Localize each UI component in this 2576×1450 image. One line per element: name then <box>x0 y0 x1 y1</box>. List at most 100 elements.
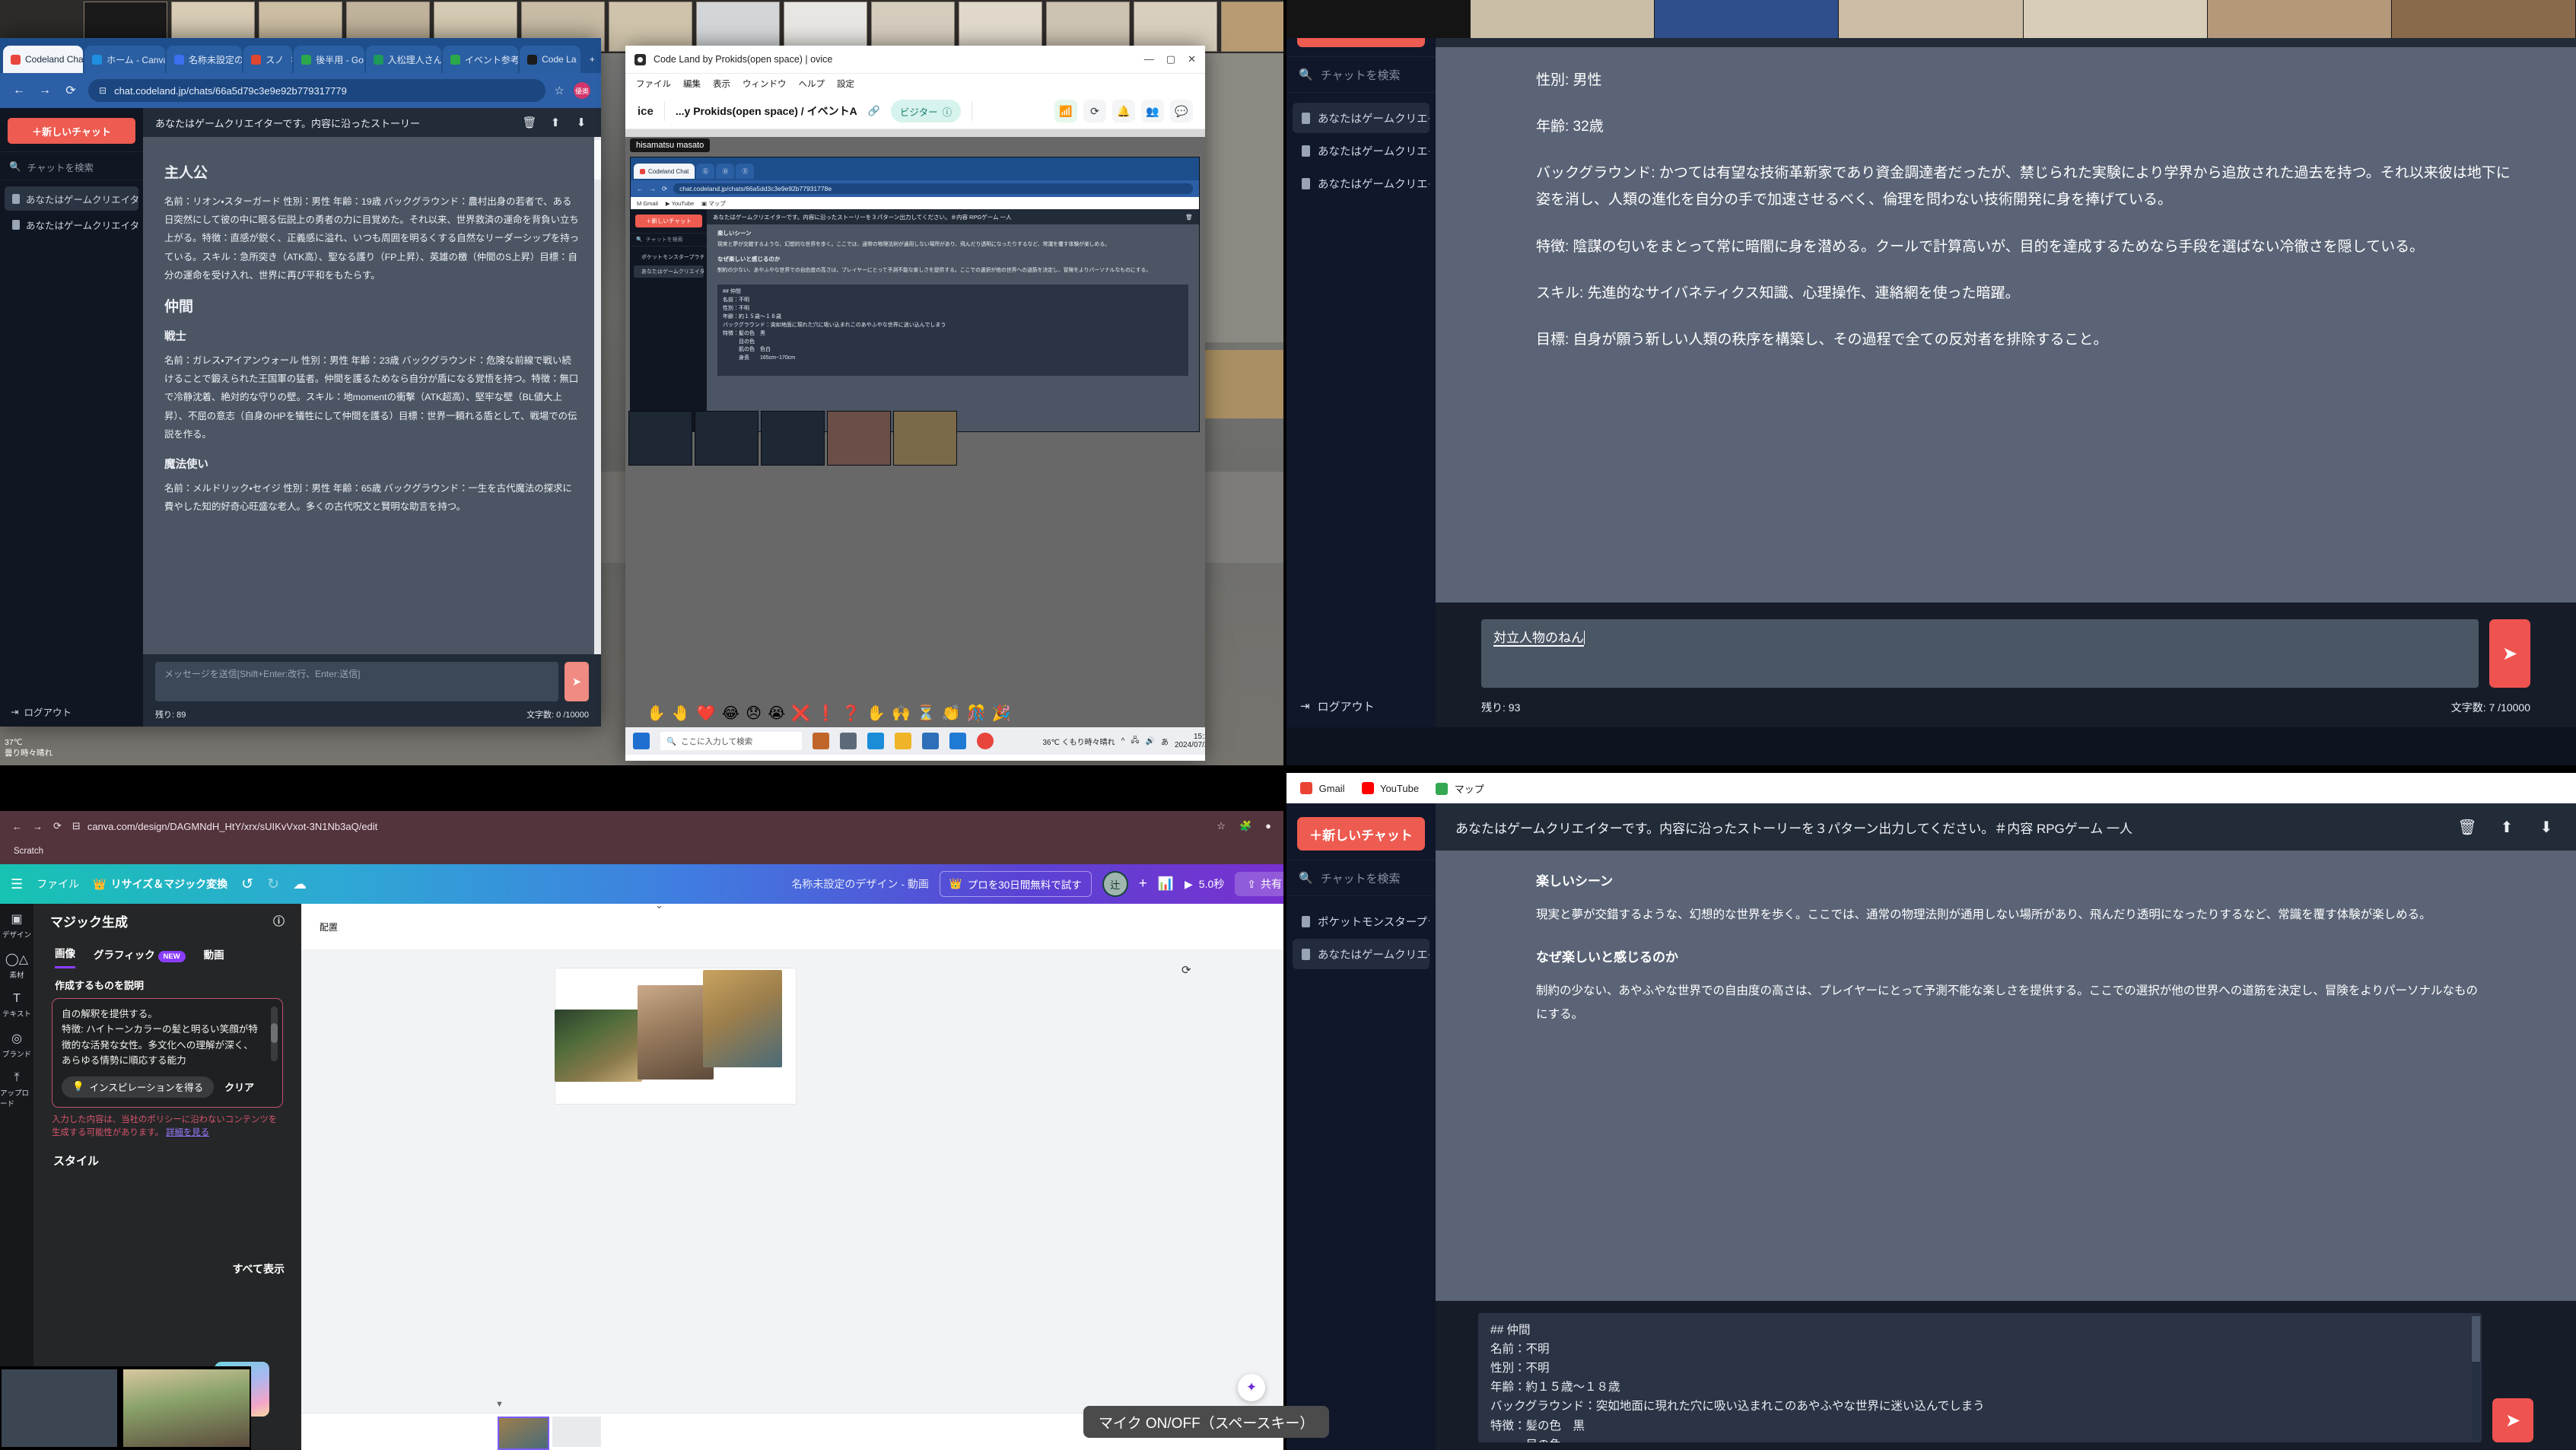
thumbnail[interactable] <box>827 411 891 466</box>
browser-tab[interactable]: Codeland Chat ✕ <box>3 46 84 73</box>
bookmark-gmail[interactable]: Gmail <box>1300 782 1345 794</box>
chat-history-item[interactable]: あなたはゲームクリエイター <box>1293 168 1430 199</box>
horizontal-scrollbar[interactable] <box>625 129 1205 137</box>
close-icon[interactable]: ✕ <box>1188 53 1196 65</box>
new-chat-button[interactable]: ＋新しいチャット <box>1297 817 1425 851</box>
rail-item-elements[interactable]: ◯△ 素材 <box>5 952 28 980</box>
show-all-link[interactable]: すべて表示 <box>233 1261 285 1277</box>
redo-icon[interactable]: ↻ <box>267 876 279 893</box>
chat-history-item[interactable]: あなたはゲームクリエイター <box>1293 103 1430 133</box>
emoji-laugh[interactable]: 😂 <box>722 704 739 723</box>
emoji-confetti[interactable]: 🎊 <box>967 704 986 723</box>
bookmark-youtube[interactable]: ▶ YouTube <box>666 200 694 207</box>
logout-button[interactable]: ⇥ ログアウト <box>0 696 143 727</box>
bell-icon[interactable]: 🔔 <box>1112 100 1135 122</box>
edge-icon[interactable] <box>867 733 884 749</box>
store-icon[interactable] <box>922 733 939 749</box>
tray-ime-icon[interactable]: あ <box>1161 736 1169 747</box>
rail-item-uploads[interactable]: ⤒ アップロード <box>0 1071 33 1108</box>
chat-history-item[interactable]: あなたはゲームクリエイタ <box>1293 939 1430 969</box>
chat-history-item[interactable]: あなたはゲームクリエイタ <box>5 186 138 211</box>
resize-magic-button[interactable]: 👑 リサイズ＆マジック変換 <box>93 876 227 892</box>
search-input[interactable]: 🔍 チャットを検索 <box>1286 860 1436 896</box>
maximize-icon[interactable]: ▢ <box>1166 53 1175 65</box>
close-icon[interactable]: ✕ <box>290 55 292 65</box>
play-icon[interactable]: ▶ <box>1185 878 1193 891</box>
reload-icon[interactable]: ⟳ <box>662 185 667 193</box>
extensions-icon[interactable]: 🧩 <box>1239 820 1251 832</box>
generated-image[interactable] <box>703 970 782 1067</box>
emoji-sad[interactable]: 😞 <box>746 704 762 723</box>
browser-tab[interactable]: Code La ✕ <box>520 46 580 73</box>
logout-button[interactable]: ⇥ ログアウト <box>1286 685 1436 727</box>
emoji-heart[interactable]: ❤️ <box>697 704 716 723</box>
arrow-up-icon[interactable]: ⬆ <box>548 115 563 130</box>
chat-history-item[interactable]: あなたはゲームクリエイター <box>1293 135 1430 166</box>
explorer-icon[interactable] <box>895 733 911 749</box>
trash-icon[interactable]: 🗑 <box>1185 214 1193 221</box>
tray-network-icon[interactable]: 🖧 <box>1131 735 1139 748</box>
browser-tab[interactable]: 名称未設定の ✕ <box>166 46 243 73</box>
chat-history-item[interactable]: ポケットモンスタープラチ <box>1293 906 1430 936</box>
scrollbar[interactable] <box>594 137 601 654</box>
message-input[interactable]: メッセージを送信[Shift+Enter:改行、Enter:送信] <box>155 662 558 701</box>
scrollbar[interactable] <box>271 1006 278 1061</box>
bookmark-maps[interactable]: ▣ マップ <box>701 199 726 208</box>
emoji-raise-hand[interactable]: 🤚 <box>672 704 691 723</box>
forward-icon[interactable]: → <box>650 185 657 192</box>
search-input[interactable]: 🔍 チャットを検索 <box>1286 56 1436 93</box>
send-button[interactable]: ➤ <box>2492 1398 2533 1442</box>
share-button[interactable]: ⇪ 共有 <box>1235 872 1283 896</box>
send-button[interactable]: ➤ <box>2489 619 2530 688</box>
start-icon[interactable] <box>633 733 650 749</box>
chrome-icon[interactable] <box>977 733 994 749</box>
search-input[interactable]: 🔍 チャットを検索 <box>0 154 143 180</box>
back-icon[interactable]: ← <box>11 82 27 99</box>
menu-item-file[interactable]: ファイル <box>636 78 671 90</box>
bookmark-scratch[interactable]: Scratch <box>14 847 43 856</box>
new-chat-button[interactable]: ＋新しいチャット <box>8 118 135 144</box>
page-thumbnail[interactable] <box>552 1417 601 1447</box>
site-info-icon[interactable]: ⊟ <box>72 820 81 832</box>
cloud-saved-icon[interactable]: ☁ <box>293 876 307 892</box>
send-button[interactable]: ➤ <box>564 662 589 701</box>
arrow-down-icon[interactable]: ⬇ <box>574 115 589 130</box>
hamburger-icon[interactable]: ☰ <box>11 876 23 892</box>
menu-item-help[interactable]: ヘルプ <box>799 78 825 90</box>
thumbnail[interactable] <box>628 411 692 466</box>
tab-video[interactable]: 動画 <box>204 946 224 968</box>
message-input[interactable]: 対立人物のねん <box>1481 619 2479 688</box>
emoji-question[interactable]: ❓ <box>841 704 860 723</box>
rail-item-text[interactable]: T テキスト <box>2 992 31 1019</box>
browser-tab[interactable]: ホーム - Canva ✕ <box>84 46 165 73</box>
visitor-badge[interactable]: ビジター ⓘ <box>890 100 962 122</box>
link-icon[interactable]: 🔗 <box>868 105 880 117</box>
arrow-up-icon[interactable]: ⬆ <box>2497 817 2517 837</box>
browser-tab[interactable]: イベント参考 ✕ <box>442 46 519 73</box>
star-icon[interactable]: ☆ <box>1216 820 1226 832</box>
policy-details-link[interactable]: 詳細を見る <box>166 1128 209 1137</box>
trash-icon[interactable]: 🗑 <box>2457 817 2477 837</box>
info-icon[interactable]: ⓘ <box>273 913 285 929</box>
emoji-exclaim[interactable]: ❗ <box>816 704 835 723</box>
back-icon[interactable]: ← <box>12 821 22 832</box>
bookmark-gmail[interactable]: M Gmail <box>637 200 658 207</box>
chat-icon[interactable]: 💬 <box>1170 100 1193 122</box>
tray-expand-icon[interactable]: ^ <box>1121 737 1125 746</box>
browser-tab[interactable]: 後半用 - Go ✕ <box>294 46 364 73</box>
chat-history-item[interactable]: ポケットモンスタープラチ <box>634 251 704 263</box>
search-input[interactable]: 🔍 チャットを検索 <box>631 233 707 246</box>
tray-volume-icon[interactable]: 🔊 <box>1145 737 1154 746</box>
prompt-box[interactable]: 自の解釈を提供する。 特徴: ハイトーンカラーの髪と明るい笑顔が特徴的な活発な女… <box>52 998 283 1108</box>
message-input[interactable]: ## 仲間 名前：不明 性別：不明 年齢：約１５歳〜１８歳 バックグラウンド：突… <box>717 285 1188 377</box>
signal-icon[interactable]: 📶 <box>1054 100 1077 122</box>
chat-history-item[interactable]: あなたはゲームクリエイタ <box>5 212 138 237</box>
star-icon[interactable]: ☆ <box>555 84 564 97</box>
browser-tab[interactable]: 入松理人さん ✕ <box>365 46 441 73</box>
site-info-icon[interactable]: ⊟ <box>99 85 107 96</box>
trash-icon[interactable]: 🗑 <box>522 115 537 130</box>
prompt-input[interactable]: 自の解釈を提供する。 特徴: ハイトーンカラーの髪と明るい笑顔が特徴的な活発な女… <box>62 1006 273 1069</box>
refresh-icon[interactable]: ⟳ <box>1083 100 1106 122</box>
menu-item-settings[interactable]: 設定 <box>837 78 854 90</box>
emoji-hand2[interactable]: ✋ <box>867 704 886 723</box>
